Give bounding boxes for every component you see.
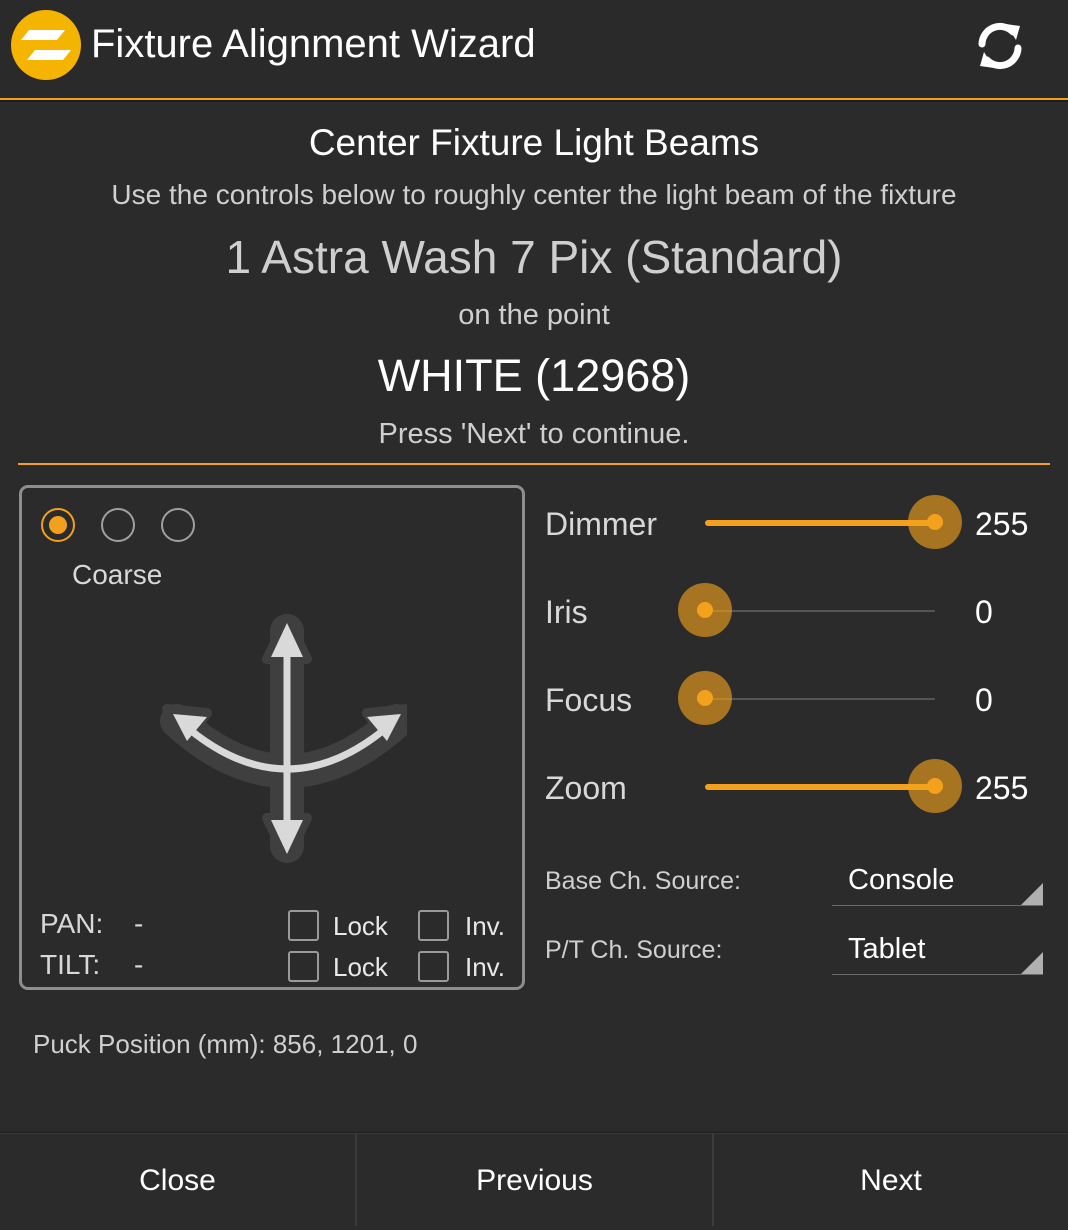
previous-button[interactable]: Previous bbox=[357, 1134, 712, 1230]
zoom-label: Zoom bbox=[545, 770, 627, 806]
base-source-value: Console bbox=[848, 864, 955, 896]
tilt-invert-label: Inv. bbox=[465, 952, 505, 982]
fixture-name: 1 Astra Wash 7 Pix (Standard) bbox=[225, 231, 843, 283]
pan-value: - bbox=[134, 908, 144, 939]
pan-tilt-arrows-icon[interactable] bbox=[137, 611, 407, 871]
iris-slider-thumb[interactable] bbox=[678, 583, 732, 637]
dimmer-slider[interactable] bbox=[705, 495, 962, 549]
focus-slider[interactable] bbox=[678, 671, 935, 725]
focus-label: Focus bbox=[545, 682, 633, 718]
focus-value: 0 bbox=[975, 682, 993, 718]
divider bbox=[18, 463, 1050, 465]
zoom-slider-fill bbox=[705, 784, 935, 790]
pan-tilt-panel: Coarse PAN: - Lock Inv. TILT: - Lock Inv… bbox=[19, 485, 525, 990]
pt-source-label: P/T Ch. Source: bbox=[545, 936, 723, 964]
tilt-value: - bbox=[134, 949, 144, 980]
wizard-content: Center Fixture Light Beams Use the contr… bbox=[0, 102, 1068, 1132]
base-source-dropdown[interactable]: Console bbox=[832, 856, 1043, 906]
dimmer-value: 255 bbox=[975, 506, 1029, 542]
close-button[interactable]: Close bbox=[0, 1134, 355, 1230]
pt-source-value: Tablet bbox=[848, 933, 926, 965]
zoom-slider-thumb[interactable] bbox=[908, 759, 962, 813]
iris-slider[interactable] bbox=[678, 583, 935, 637]
title-bar: Fixture Alignment Wizard bbox=[0, 0, 1068, 100]
next-button[interactable]: Next bbox=[714, 1134, 1068, 1230]
iris-label: Iris bbox=[545, 594, 588, 630]
refresh-icon[interactable] bbox=[972, 18, 1028, 74]
tilt-lock-label: Lock bbox=[333, 952, 388, 982]
mode-radio-fine[interactable] bbox=[161, 508, 195, 542]
zoom-slider[interactable] bbox=[705, 759, 962, 813]
on-the-point-text: on the point bbox=[458, 299, 610, 331]
step-heading: Center Fixture Light Beams bbox=[308, 122, 760, 163]
point-name: WHITE (12968) bbox=[377, 350, 691, 401]
mode-label: Coarse bbox=[72, 559, 163, 590]
dropdown-caret-icon bbox=[1021, 952, 1043, 974]
logo-icon bbox=[11, 10, 81, 80]
pan-lock-checkbox[interactable] bbox=[288, 910, 319, 941]
mode-radio-coarse[interactable] bbox=[41, 508, 75, 542]
pt-source-dropdown[interactable]: Tablet bbox=[832, 925, 1043, 975]
iris-value: 0 bbox=[975, 594, 993, 630]
step-instructions: Use the controls below to roughly center… bbox=[111, 179, 957, 210]
dimmer-slider-fill bbox=[705, 520, 935, 526]
pan-label: PAN: bbox=[40, 908, 104, 939]
pan-invert-label: Inv. bbox=[465, 911, 505, 941]
tilt-invert-checkbox[interactable] bbox=[418, 951, 449, 982]
tilt-lock-checkbox[interactable] bbox=[288, 951, 319, 982]
mode-radio-medium[interactable] bbox=[101, 508, 135, 542]
tilt-label: TILT: bbox=[40, 949, 101, 980]
footer-bar: Close Previous Next bbox=[0, 1133, 1068, 1230]
pan-lock-label: Lock bbox=[333, 911, 388, 941]
puck-position: Puck Position (mm): 856, 1201, 0 bbox=[33, 1029, 418, 1059]
base-source-label: Base Ch. Source: bbox=[545, 867, 741, 895]
dimmer-label: Dimmer bbox=[545, 506, 657, 542]
pan-invert-checkbox[interactable] bbox=[418, 910, 449, 941]
focus-slider-thumb[interactable] bbox=[678, 671, 732, 725]
zoom-value: 255 bbox=[975, 770, 1029, 806]
dimmer-slider-thumb[interactable] bbox=[908, 495, 962, 549]
press-next-hint: Press 'Next' to continue. bbox=[378, 418, 690, 450]
app-title: Fixture Alignment Wizard bbox=[91, 22, 536, 66]
dropdown-caret-icon bbox=[1021, 883, 1043, 905]
